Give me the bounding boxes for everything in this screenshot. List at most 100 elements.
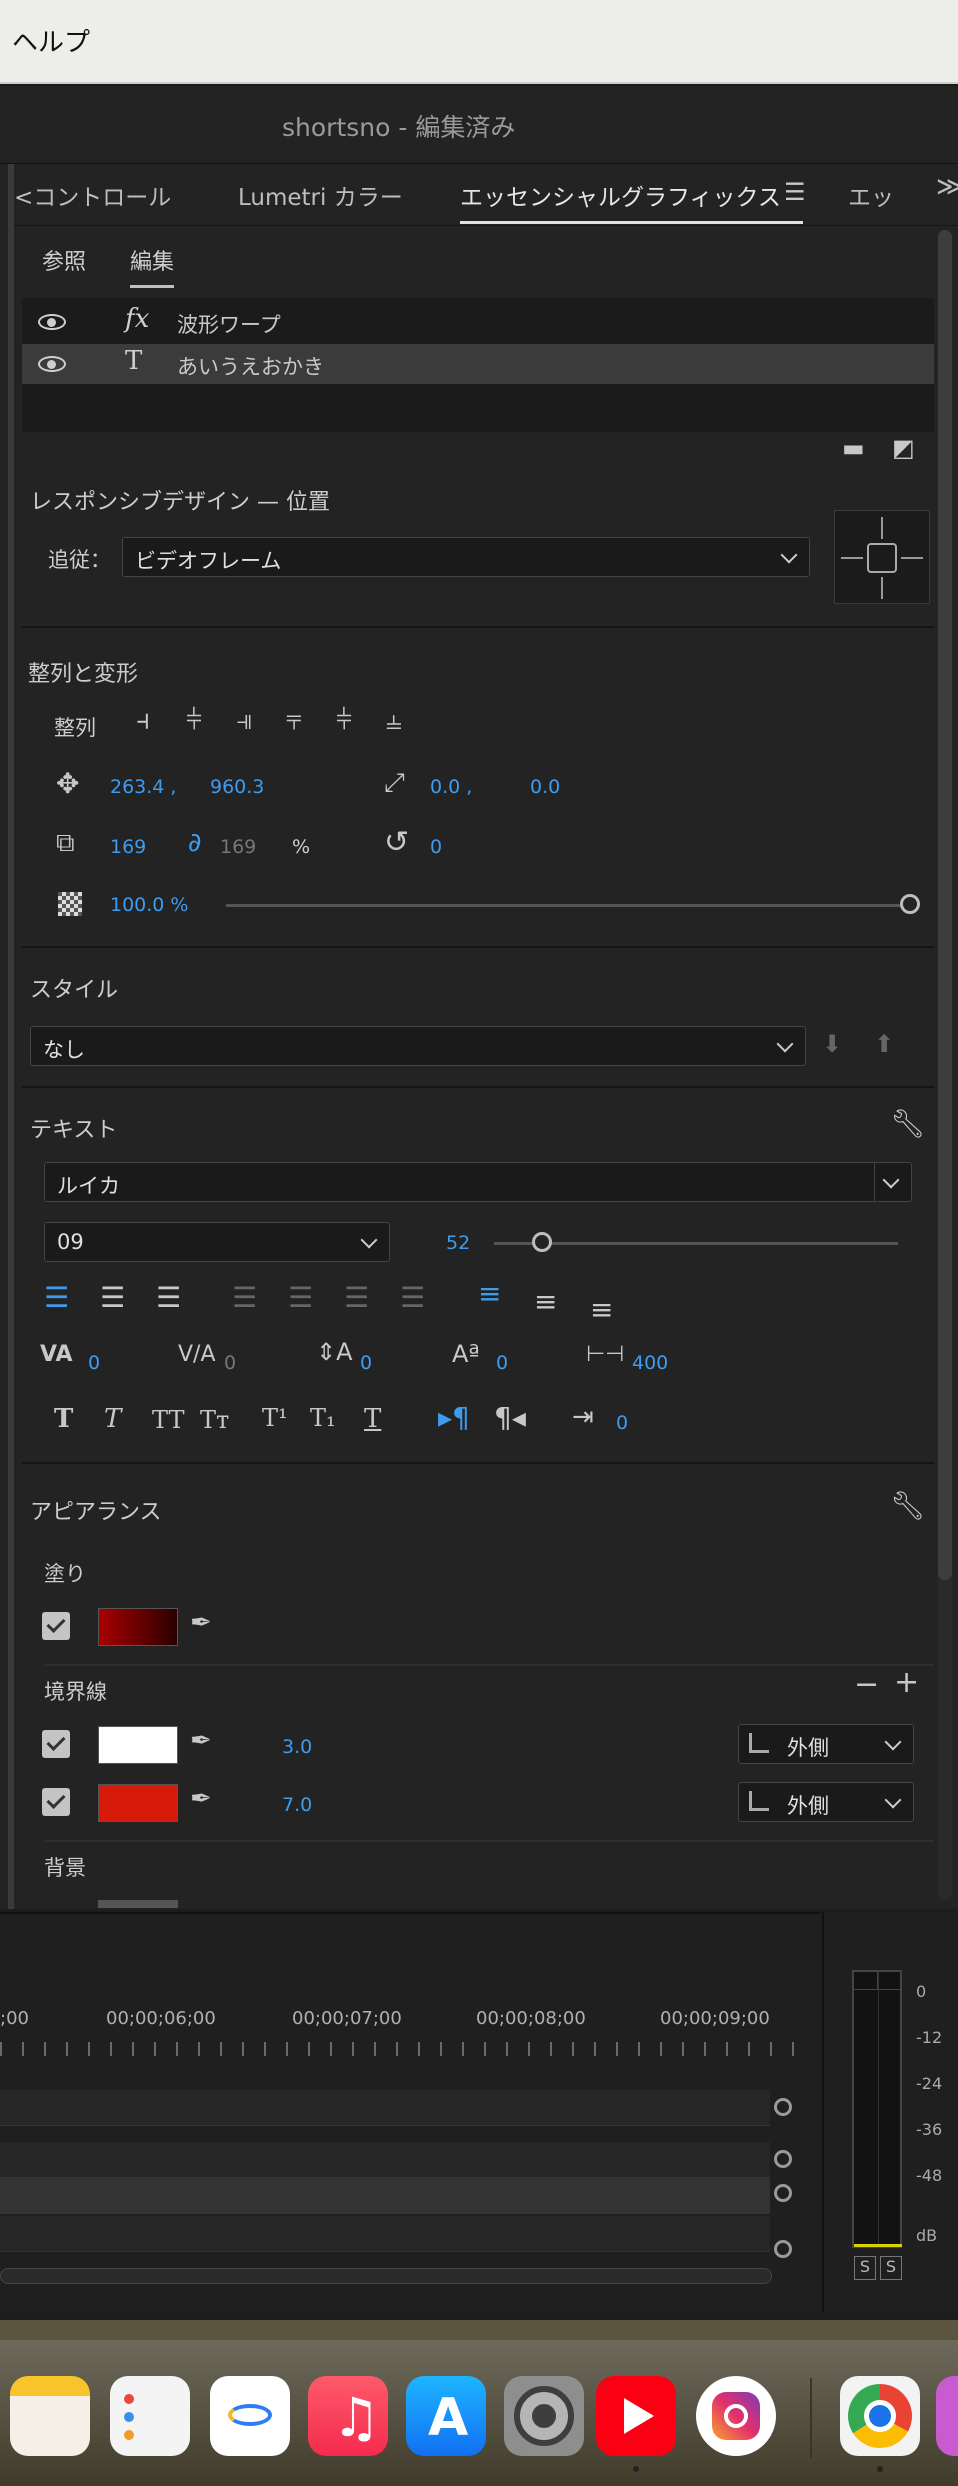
align-left-icon[interactable]: ⫞ <box>136 706 150 734</box>
font-size-slider-track[interactable] <box>494 1242 898 1245</box>
tab-lumetri[interactable]: Lumetri カラー <box>238 178 403 212</box>
font-style-dropdown[interactable]: 09 <box>44 1222 390 1262</box>
push-style-up-icon[interactable]: ⬆ <box>874 1032 894 1056</box>
menu-help[interactable]: ヘルプ <box>12 22 90 59</box>
stroke2-position-dropdown[interactable]: 外側 <box>738 1782 914 1822</box>
wrench-icon[interactable]: 🔧︎ <box>890 1110 926 1138</box>
stroke1-checkbox[interactable] <box>42 1730 70 1758</box>
eyedropper-icon[interactable]: ✒︎ <box>190 1786 212 1812</box>
reminders-app-icon[interactable] <box>110 2376 190 2456</box>
push-style-down-icon[interactable]: ⬇ <box>822 1032 842 1056</box>
font-size-value[interactable]: 52 <box>446 1232 470 1254</box>
tab-essential-graphics[interactable]: エッセンシャルグラフィックス <box>460 178 803 224</box>
new-layer-icon[interactable]: ◩ <box>892 436 915 460</box>
track-row[interactable] <box>0 2216 770 2252</box>
track-row[interactable] <box>0 2142 770 2178</box>
tab-controls[interactable]: <コントロール <box>14 178 171 212</box>
instagram-app-icon[interactable] <box>696 2376 776 2456</box>
fill-checkbox[interactable] <box>42 1612 70 1640</box>
stroke2-checkbox[interactable] <box>42 1788 70 1816</box>
tracking-value[interactable]: 0 <box>224 1352 236 1374</box>
align-text-center-icon[interactable]: ☰ <box>100 1284 125 1312</box>
tabs-overflow-icon[interactable]: ≫ <box>936 172 958 202</box>
stroke2-width[interactable]: 7.0 <box>282 1794 312 1816</box>
follow-dropdown[interactable]: ビデオフレーム <box>122 537 810 577</box>
position-y[interactable]: 960.3 <box>210 776 264 798</box>
leading-value[interactable]: 0 <box>360 1352 372 1374</box>
solo-right-button[interactable]: S <box>880 2256 902 2280</box>
underline-icon[interactable]: T <box>364 1406 381 1432</box>
link-icon[interactable]: ∂ <box>188 830 201 856</box>
eye-icon[interactable] <box>38 356 66 372</box>
wrench-icon[interactable]: 🔧︎ <box>890 1492 926 1520</box>
align-middle-text-icon[interactable]: ≡ <box>534 1288 557 1316</box>
faux-italic-icon[interactable]: T <box>104 1406 121 1432</box>
subtab-edit[interactable]: 編集 <box>130 244 175 288</box>
align-bottom-icon[interactable]: ⫨ <box>386 706 402 734</box>
eye-icon[interactable] <box>38 314 66 330</box>
chrome-app-icon[interactable] <box>840 2376 920 2456</box>
baseline-value[interactable]: 0 <box>496 1352 508 1374</box>
opacity-slider-knob[interactable] <box>900 894 920 914</box>
eyedropper-icon[interactable]: ✒︎ <box>190 1728 212 1754</box>
stroke2-color-swatch[interactable] <box>98 1784 178 1822</box>
time-ruler[interactable] <box>0 2042 800 2056</box>
justify-right-icon[interactable]: ☰ <box>344 1284 369 1312</box>
track-scroll-handle[interactable] <box>774 2240 792 2258</box>
background-swatch-partial[interactable] <box>98 1900 178 1908</box>
rtl-direction-icon[interactable]: ¶◂ <box>494 1404 526 1432</box>
ltr-direction-icon[interactable]: ▸¶ <box>438 1404 470 1432</box>
style-dropdown[interactable]: なし <box>30 1026 806 1066</box>
panel-scroll-thumb[interactable] <box>938 230 952 1580</box>
align-text-right-icon[interactable]: ☰ <box>156 1284 181 1312</box>
stroke1-color-swatch[interactable] <box>98 1726 178 1764</box>
timeline-horizontal-scrollbar[interactable] <box>0 2268 772 2284</box>
position-x[interactable]: 263.4 , <box>110 776 176 798</box>
add-stroke-icon[interactable]: + <box>894 1668 919 1698</box>
track-scroll-handle[interactable] <box>774 2150 792 2168</box>
align-center-h-icon[interactable]: ⫩ <box>186 706 202 734</box>
justify-center-icon[interactable]: ☰ <box>288 1284 313 1312</box>
stroke1-position-dropdown[interactable]: 外側 <box>738 1724 914 1764</box>
justify-left-icon[interactable]: ☰ <box>232 1284 257 1312</box>
rotation-value[interactable]: 0 <box>430 836 442 858</box>
anchor-x[interactable]: 0.0 , <box>430 776 472 798</box>
freeform-app-icon[interactable] <box>210 2376 290 2456</box>
solo-left-button[interactable]: S <box>854 2256 876 2280</box>
subtab-browse[interactable]: 参照 <box>42 244 86 276</box>
panel-menu-icon[interactable]: ☰ <box>784 180 806 204</box>
faux-bold-icon[interactable]: T <box>54 1406 73 1432</box>
stroke1-width[interactable]: 3.0 <box>282 1736 312 1758</box>
remove-stroke-icon[interactable]: − <box>854 1670 879 1700</box>
system-settings-icon[interactable] <box>504 2376 584 2456</box>
app-store-icon[interactable]: A <box>406 2376 486 2456</box>
track-scroll-handle[interactable] <box>774 2184 792 2202</box>
align-bottom-text-icon[interactable]: ≡ <box>590 1296 613 1324</box>
anchor-y[interactable]: 0.0 <box>530 776 560 798</box>
layer-row-selected[interactable]: T あいうえおかき <box>22 344 934 384</box>
pin-to-edges-widget[interactable] <box>834 510 930 604</box>
tsume-value[interactable]: 400 <box>632 1352 668 1374</box>
tab-overflow-partial[interactable]: エッ <box>848 178 894 212</box>
track-scroll-handle[interactable] <box>774 2098 792 2116</box>
all-caps-icon[interactable]: TT <box>152 1408 184 1432</box>
opacity-slider-track[interactable] <box>226 904 910 907</box>
kerning-value[interactable]: 0 <box>88 1352 100 1374</box>
track-row[interactable] <box>0 2178 770 2214</box>
align-middle-v-icon[interactable]: ⫩ <box>336 706 352 734</box>
music-app-icon[interactable]: ♫ <box>308 2376 388 2456</box>
superscript-icon[interactable]: T¹ <box>262 1406 288 1430</box>
track-row[interactable] <box>0 2090 770 2126</box>
youtube-app-icon[interactable] <box>596 2376 676 2456</box>
fill-color-swatch[interactable] <box>98 1608 178 1646</box>
tab-width-value[interactable]: 0 <box>616 1412 628 1434</box>
align-text-left-icon[interactable]: ☰ <box>44 1284 69 1312</box>
subscript-icon[interactable]: T₁ <box>310 1406 336 1430</box>
font-dropdown[interactable]: ルイカ <box>44 1162 912 1202</box>
dock-app-partial-icon[interactable] <box>936 2376 958 2456</box>
justify-all-icon[interactable]: ☰ <box>400 1284 425 1312</box>
new-folder-icon[interactable]: ▬ <box>842 436 865 460</box>
scale-value[interactable]: 169 <box>110 836 146 858</box>
small-caps-icon[interactable]: Tт <box>200 1408 229 1432</box>
notes-app-icon[interactable] <box>10 2376 90 2456</box>
